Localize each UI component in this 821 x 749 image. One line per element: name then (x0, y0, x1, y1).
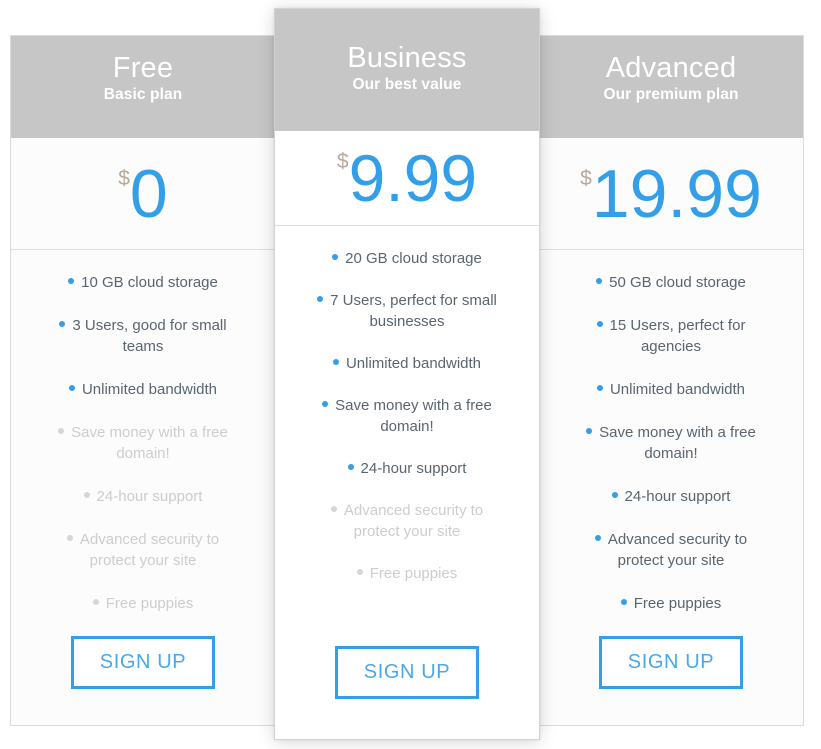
feature-label: 50 GB cloud storage (609, 274, 746, 291)
bullet-icon (68, 385, 75, 392)
feature-item: 24-hour support (29, 486, 257, 507)
cta-container-advanced: SIGN UP (539, 636, 803, 725)
feature-item: Advanced security to protect your site (293, 500, 521, 542)
bullet-icon (332, 254, 339, 261)
feature-item: Advanced security to protect your site (557, 529, 785, 571)
bullet-icon (347, 464, 354, 471)
feature-list-business: 20 GB cloud storage 7 Users, perfect for… (275, 226, 539, 646)
feature-label: 7 Users, perfect for small businesses (330, 292, 497, 330)
feature-label: Save money with a free domain! (71, 424, 228, 462)
feature-item: 20 GB cloud storage (293, 248, 521, 269)
feature-item: Free puppies (293, 563, 521, 584)
cta-container-free: SIGN UP (11, 636, 275, 725)
bullet-icon (596, 385, 603, 392)
plan-price-business: $9.99 (275, 131, 539, 226)
feature-item: Save money with a free domain! (557, 422, 785, 464)
feature-item: 3 Users, good for small teams (29, 315, 257, 357)
feature-label: Advanced security to protect your site (343, 502, 484, 540)
plan-name: Free (112, 52, 174, 84)
bullet-icon (620, 599, 627, 606)
feature-item: 10 GB cloud storage (29, 272, 257, 293)
price-value: $9.99 (337, 145, 477, 211)
feature-label: Free puppies (369, 565, 458, 582)
signup-button-advanced[interactable]: SIGN UP (598, 636, 744, 689)
bullet-icon (317, 296, 324, 303)
feature-item: Unlimited bandwidth (293, 353, 521, 374)
bullet-icon (594, 535, 601, 542)
bullet-icon (596, 278, 603, 285)
bullet-icon (58, 428, 65, 435)
feature-list-advanced: 50 GB cloud storage 15 Users, perfect fo… (539, 250, 803, 636)
price-amount: 9.99 (348, 141, 478, 215)
feature-item: 50 GB cloud storage (557, 272, 785, 293)
plan-header-free: Free Basic plan (11, 36, 275, 138)
feature-item: 7 Users, perfect for small businesses (293, 290, 521, 332)
bullet-icon (586, 428, 593, 435)
pricing-card-free: Free Basic plan $0 10 GB cloud storage 3… (10, 35, 276, 726)
bullet-icon (332, 359, 339, 366)
currency-symbol: $ (336, 150, 349, 173)
feature-item: Unlimited bandwidth (29, 379, 257, 400)
signup-button-business[interactable]: SIGN UP (334, 646, 480, 699)
plan-header-advanced: Advanced Our premium plan (539, 36, 803, 138)
feature-item: Free puppies (557, 593, 785, 614)
feature-label: Save money with a free domain! (335, 397, 492, 435)
feature-label: Free puppies (105, 595, 194, 612)
feature-label: Advanced security to protect your site (607, 531, 748, 569)
pricing-card-advanced: Advanced Our premium plan $19.99 50 GB c… (538, 35, 804, 726)
bullet-icon (83, 492, 90, 499)
feature-label: Unlimited bandwidth (345, 355, 482, 372)
feature-item: 24-hour support (557, 486, 785, 507)
plan-subtitle: Basic plan (103, 86, 183, 104)
plan-header-business: Business Our best value (275, 9, 539, 131)
bullet-icon (596, 321, 603, 328)
feature-item: Save money with a free domain! (29, 422, 257, 464)
bullet-icon (330, 506, 337, 513)
price-value: $19.99 (580, 160, 762, 228)
bullet-icon (92, 599, 99, 606)
feature-label: Unlimited bandwidth (81, 381, 218, 398)
plan-subtitle: Our best value (352, 76, 462, 94)
feature-list-free: 10 GB cloud storage 3 Users, good for sm… (11, 250, 275, 636)
currency-symbol: $ (580, 166, 592, 190)
bullet-icon (356, 569, 363, 576)
feature-item: 15 Users, perfect for agencies (557, 315, 785, 357)
feature-label: Unlimited bandwidth (609, 381, 746, 398)
feature-label: 15 Users, perfect for agencies (609, 317, 746, 355)
bullet-icon (59, 321, 66, 328)
feature-item: Free puppies (29, 593, 257, 614)
feature-label: Advanced security to protect your site (79, 531, 220, 569)
price-amount: 19.99 (591, 155, 762, 232)
bullet-icon (611, 492, 618, 499)
pricing-card-business: Business Our best value $9.99 20 GB clou… (274, 8, 540, 740)
plan-name: Business (347, 42, 467, 74)
plan-price-free: $0 (11, 138, 275, 250)
feature-label: 10 GB cloud storage (81, 274, 218, 291)
feature-label: 24-hour support (360, 460, 467, 477)
feature-label: Save money with a free domain! (599, 424, 756, 462)
feature-item: Save money with a free domain! (293, 395, 521, 437)
price-value: $0 (118, 160, 168, 228)
bullet-icon (68, 278, 75, 285)
feature-item: Advanced security to protect your site (29, 529, 257, 571)
feature-label: 3 Users, good for small teams (72, 317, 227, 355)
pricing-table: Free Basic plan $0 10 GB cloud storage 3… (0, 0, 821, 749)
feature-item: Unlimited bandwidth (557, 379, 785, 400)
price-amount: 0 (129, 155, 168, 232)
cta-container-business: SIGN UP (275, 646, 539, 739)
feature-label: 24-hour support (96, 488, 203, 505)
bullet-icon (322, 401, 329, 408)
bullet-icon (66, 535, 73, 542)
feature-item: 24-hour support (293, 458, 521, 479)
feature-label: 20 GB cloud storage (345, 250, 482, 267)
feature-label: Free puppies (633, 595, 722, 612)
feature-label: 24-hour support (624, 488, 731, 505)
signup-button-free[interactable]: SIGN UP (70, 636, 216, 689)
plan-name: Advanced (605, 52, 737, 84)
plan-price-advanced: $19.99 (539, 138, 803, 250)
plan-subtitle: Our premium plan (603, 86, 739, 104)
currency-symbol: $ (118, 166, 130, 190)
